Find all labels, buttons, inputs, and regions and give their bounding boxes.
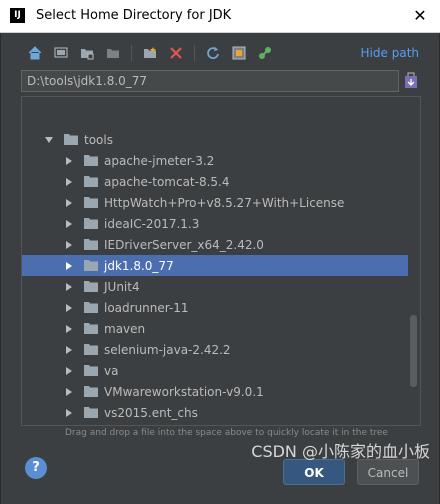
tree-item-label: va (104, 363, 119, 378)
tree-item[interactable]: VMwareworkstation-v9.0.1 (22, 381, 408, 402)
expand-right-icon[interactable] (64, 240, 74, 250)
new-folder-icon[interactable] (140, 43, 160, 63)
tree-item[interactable]: va (22, 360, 408, 381)
directory-tree[interactable]: tools apache-jmeter-3.2 apache-tomcat-8.5.… (21, 96, 421, 426)
tree-item-label: apache-tomcat-8.5.4 (104, 174, 230, 189)
folder-icon (84, 239, 98, 250)
tree-item[interactable]: maven (22, 318, 408, 339)
expand-right-icon[interactable] (64, 219, 74, 229)
tree-item-label: JUnit4 (104, 279, 140, 294)
watermark: CSDN @小陈家的血小板 (251, 442, 430, 461)
folder-icon (84, 323, 98, 334)
hide-path-link[interactable]: Hide path (361, 46, 419, 60)
folder-icon (84, 281, 98, 292)
dialog-body: Hide path tools apache-jmeter-3.2 apache-t… (0, 33, 440, 504)
show-hidden-icon[interactable] (229, 43, 249, 63)
tree-scrollbar[interactable] (406, 97, 420, 425)
tree-item-label: jdk1.8.0_77 (104, 258, 174, 273)
delete-icon[interactable] (166, 43, 186, 63)
path-input[interactable] (21, 70, 399, 92)
expand-right-icon[interactable] (64, 345, 74, 355)
scrollbar-thumb[interactable] (410, 315, 417, 387)
tree-item-label: maven (104, 321, 146, 336)
tree-item[interactable]: JUnit4 (22, 276, 408, 297)
help-button[interactable]: ? (25, 457, 47, 479)
tree-item-selected[interactable]: jdk1.8.0_77 (22, 255, 408, 276)
path-row (21, 70, 421, 92)
expand-right-icon[interactable] (64, 198, 74, 208)
tree-item[interactable]: IEDriverServer_x64_2.42.0 (22, 234, 408, 255)
expand-right-icon[interactable] (64, 177, 74, 187)
folder-icon (84, 197, 98, 208)
folder-icon (84, 302, 98, 313)
toolbar-separator (194, 45, 195, 61)
desktop-icon[interactable] (51, 43, 71, 63)
expand-right-icon[interactable] (64, 303, 74, 313)
tree-item[interactable]: apache-tomcat-8.5.4 (22, 171, 408, 192)
tree-item-label: loadrunner-11 (104, 300, 189, 315)
tree-item[interactable]: vs2015.ent_chs (22, 402, 408, 423)
expand-right-icon[interactable] (64, 261, 74, 271)
folder-icon (84, 407, 98, 418)
tree-item-label: vs2015.ent_chs (104, 405, 198, 420)
intellij-icon: IJ (10, 8, 25, 23)
toolbar (25, 43, 275, 63)
project-folder-icon[interactable] (77, 43, 97, 63)
expand-right-icon[interactable] (64, 156, 74, 166)
title-bar: IJ Select Home Directory for JDK ✕ (0, 0, 440, 33)
tree-item[interactable]: selenium-java-2.42.2 (22, 339, 408, 360)
close-button[interactable]: ✕ (410, 6, 430, 26)
folder-icon (84, 260, 98, 271)
tree-item[interactable]: visio (22, 423, 408, 425)
folder-icon (64, 134, 78, 145)
link-icon[interactable] (255, 43, 275, 63)
expand-right-icon[interactable] (64, 366, 74, 376)
tree-item[interactable]: apache-jmeter-3.2 (22, 150, 408, 171)
expand-right-icon[interactable] (64, 387, 74, 397)
drag-drop-hint: Drag and drop a file into the space abov… (65, 428, 388, 438)
folder-icon (84, 176, 98, 187)
tree-item[interactable]: HttpWatch+Pro+v8.5.27+With+License (22, 192, 408, 213)
expand-right-icon[interactable] (64, 282, 74, 292)
window-title: Select Home Directory for JDK (36, 8, 232, 23)
tree-item[interactable]: loadrunner-11 (22, 297, 408, 318)
folder-icon (84, 218, 98, 229)
tree-item-label: IEDriverServer_x64_2.42.0 (104, 237, 264, 252)
expand-down-icon[interactable] (44, 135, 54, 145)
tree-item-label: tools (84, 132, 113, 147)
folder-icon (84, 155, 98, 166)
toolbar-separator (131, 45, 132, 61)
tree-item[interactable]: tools (22, 129, 408, 150)
refresh-icon[interactable] (203, 43, 223, 63)
folder-icon (84, 386, 98, 397)
expand-right-icon[interactable] (64, 324, 74, 334)
expand-right-icon[interactable] (64, 408, 74, 418)
cancel-button[interactable]: Cancel (357, 459, 419, 485)
tree-item-label: ideaIC-2017.1.3 (104, 216, 200, 231)
tree-item[interactable]: ideaIC-2017.1.3 (22, 213, 408, 234)
tree-item-label: VMwareworkstation-v9.0.1 (104, 384, 264, 399)
home-icon[interactable] (25, 43, 45, 63)
folder-icon (84, 344, 98, 355)
tree-item-label: HttpWatch+Pro+v8.5.27+With+License (104, 195, 345, 210)
path-history-icon[interactable] (403, 72, 419, 90)
tree-item-label: selenium-java-2.42.2 (104, 342, 231, 357)
tree-item-label: apache-jmeter-3.2 (104, 153, 215, 168)
folder-icon (84, 365, 98, 376)
ok-button[interactable]: OK (283, 459, 345, 485)
module-folder-icon[interactable] (103, 43, 123, 63)
